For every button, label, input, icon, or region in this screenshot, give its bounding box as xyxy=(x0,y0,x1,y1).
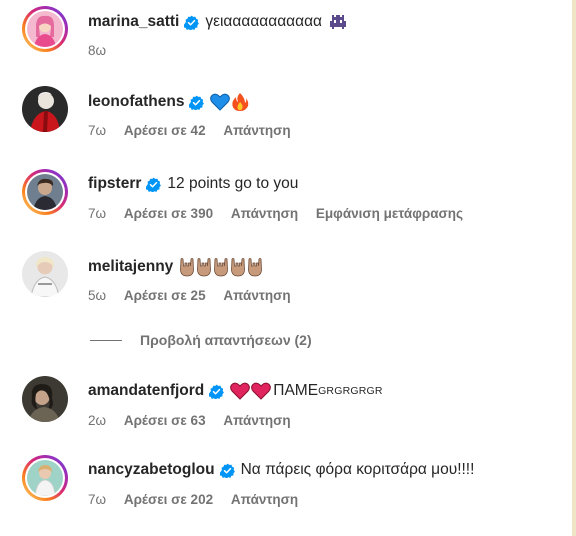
comment-item: melitajenny 5ω Αρέσει σε 25 Απάντηση xyxy=(22,251,562,311)
avatar[interactable] xyxy=(22,86,68,132)
comment-timestamp[interactable]: 7ω xyxy=(88,123,106,138)
reply-button[interactable]: Απάντηση xyxy=(223,288,290,303)
comment-text: 12 points go to you xyxy=(167,175,299,192)
comment-timestamp[interactable]: 2ω xyxy=(88,413,106,428)
view-replies-label: Προβολή απαντήσεων (2) xyxy=(140,332,312,348)
verified-badge-icon xyxy=(146,177,162,192)
avatar[interactable] xyxy=(22,376,68,422)
comment-text: ΠΑΜΕ xyxy=(273,382,319,399)
comment-username[interactable]: fipsterr xyxy=(88,175,141,193)
see-translation-button[interactable]: Εμφάνιση μετάφρασης xyxy=(316,206,463,221)
avatar[interactable] xyxy=(22,455,68,501)
red-heart-icon xyxy=(251,382,272,400)
comment-username[interactable]: amandatenfjord xyxy=(88,382,204,400)
comment-text: Να πάρεις φόρα κοριτσάρα μου!!!! xyxy=(240,461,475,478)
likes-count-link[interactable]: Αρέσει σε 202 xyxy=(124,492,213,507)
sign-of-horns-icon xyxy=(180,258,195,277)
comment-item: fipsterr 12 points go to you 7ω Αρέσει σ… xyxy=(22,169,562,229)
comment-timestamp[interactable]: 5ω xyxy=(88,288,106,303)
reply-button[interactable]: Απάντηση xyxy=(231,492,298,507)
likes-count-link[interactable]: Αρέσει σε 63 xyxy=(124,413,206,428)
comment-item: marina_satti γειααααααααααα 8ω xyxy=(22,6,562,66)
comment-username[interactable]: marina_satti xyxy=(88,13,179,31)
sign-of-horns-icon xyxy=(214,258,229,277)
likes-count-link[interactable]: Αρέσει σε 42 xyxy=(124,123,206,138)
comment-timestamp[interactable]: 7ω xyxy=(88,206,106,221)
verified-badge-icon xyxy=(189,95,205,110)
verified-badge-icon xyxy=(209,384,225,399)
verified-badge-icon xyxy=(184,15,200,30)
comment-text-small: GRGRGRGR xyxy=(318,385,383,397)
avatar[interactable] xyxy=(22,251,68,297)
comment-username[interactable]: nancyzabetoglou xyxy=(88,461,215,479)
comment-timestamp[interactable]: 7ω xyxy=(88,492,106,507)
comment-text: γειααααααααααα xyxy=(205,13,323,30)
avatar[interactable] xyxy=(22,169,68,215)
sign-of-horns-icon xyxy=(248,258,263,277)
avatar[interactable] xyxy=(22,6,68,52)
reply-button[interactable]: Απάντηση xyxy=(223,413,290,428)
comment-item: nancyzabetoglou Να πάρεις φόρα κοριτσάρα… xyxy=(22,455,562,515)
view-replies-button[interactable]: Προβολή απαντήσεων (2) xyxy=(90,332,312,348)
sign-of-horns-icon xyxy=(197,258,212,277)
reply-button[interactable]: Απάντηση xyxy=(231,206,298,221)
view-replies-divider xyxy=(90,339,122,341)
verified-badge-icon xyxy=(219,463,235,478)
comment-item: leonofathens 7ω Αρέσει σε 42 Απάντηση xyxy=(22,86,562,146)
blue-heart-icon xyxy=(210,93,231,111)
alien-monster-icon xyxy=(330,15,347,29)
sign-of-horns-icon xyxy=(231,258,246,277)
window-edge xyxy=(572,0,576,536)
comment-timestamp[interactable]: 8ω xyxy=(88,43,106,58)
comment-item: amandatenfjord ΠΑΜΕ GRGRGRGR 2ω Αρέσει σε… xyxy=(22,376,562,436)
likes-count-link[interactable]: Αρέσει σε 390 xyxy=(124,206,213,221)
reply-button[interactable]: Απάντηση xyxy=(223,123,290,138)
likes-count-link[interactable]: Αρέσει σε 25 xyxy=(124,288,206,303)
comment-username[interactable]: leonofathens xyxy=(88,93,184,111)
red-heart-icon xyxy=(230,382,251,400)
fire-icon xyxy=(232,93,249,111)
comment-username[interactable]: melitajenny xyxy=(88,258,173,276)
